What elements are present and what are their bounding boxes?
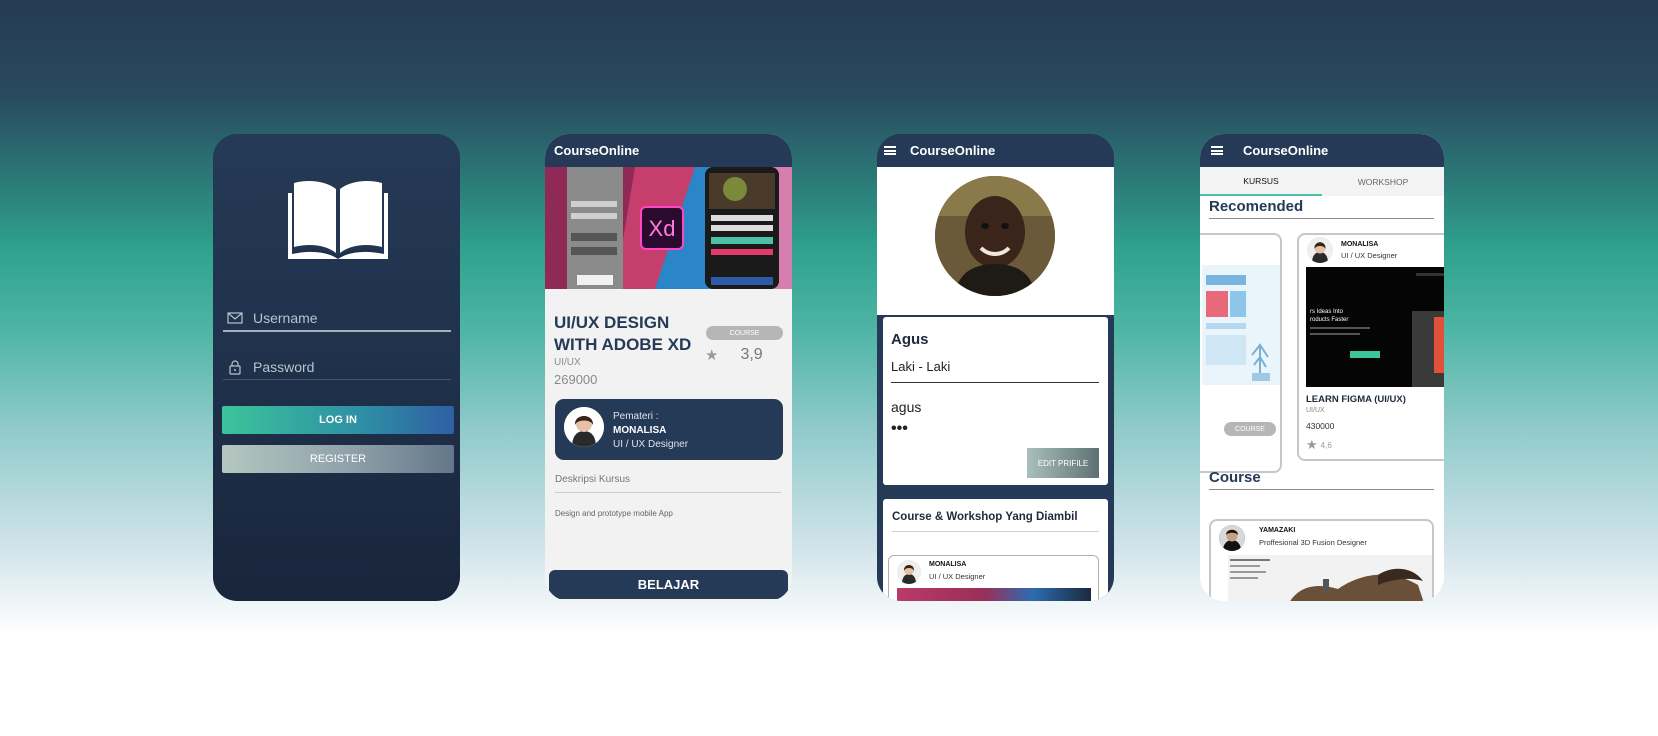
login-screen: Username Password LOG IN REGISTER [213, 134, 460, 601]
mentor-caption: Pemateri : [613, 411, 659, 422]
course-category: UI/UX [554, 357, 581, 368]
app-title: CourseOnline [1243, 143, 1329, 158]
tab-kursus[interactable]: KURSUS [1200, 167, 1322, 196]
mentor-avatar [1219, 525, 1245, 551]
course-title: UI/UX DESIGN WITH ADOBE XD [554, 313, 692, 354]
mentor-role: UI / UX Designer [613, 439, 689, 450]
app-bar: CourseOnline [545, 134, 792, 167]
description-heading: Deskripsi Kursus [555, 474, 781, 493]
username-placeholder: Username [253, 310, 318, 326]
register-button[interactable]: REGISTER [222, 445, 454, 473]
profile-password-mask: ••• [891, 420, 908, 437]
mentor-avatar [1307, 237, 1333, 263]
menu-icon[interactable] [884, 146, 896, 155]
password-field[interactable]: Password [223, 354, 451, 380]
course-price: 269000 [554, 372, 598, 387]
mentor-card[interactable]: Pemateri : MONALISA UI / UX Designer [555, 399, 783, 460]
taken-course-item[interactable]: MONALISA UI / UX Designer [888, 555, 1099, 601]
mentor-avatar [564, 407, 604, 447]
course-mentor-name: YAMAZAKI [1259, 527, 1296, 534]
course-type-badge: COURSE [706, 326, 783, 340]
course-rating: ★ 3,9 [705, 346, 763, 364]
profile-gender: Laki - Laki [891, 359, 1099, 383]
profile-avatar [935, 176, 1055, 296]
rec-mentor-name: MONALISA [1341, 241, 1379, 248]
profile-header [877, 167, 1114, 315]
taken-courses-heading: Course & Workshop Yang Diambil [892, 511, 1099, 532]
mentor-avatar [897, 560, 921, 584]
xd-logo-text: Xd [649, 216, 676, 241]
edit-profile-button[interactable]: EDIT PRIFILE [1027, 448, 1099, 478]
rating-value: 3,9 [740, 346, 763, 363]
login-button[interactable]: LOG IN [222, 406, 454, 434]
rec-course-category: UI/UX [1306, 407, 1325, 414]
rec-course-rating: ★ 4,6 [1306, 437, 1332, 453]
tab-workshop[interactable]: WORKSHOP [1322, 167, 1444, 196]
thumb-text-1: rs Ideas Into [1310, 309, 1344, 315]
rec-rating-value: 4,6 [1320, 440, 1332, 450]
thumb-text-2: roducts Faster [1310, 317, 1348, 323]
description-body: Design and prototype mobile App [555, 509, 673, 518]
mail-icon [227, 312, 243, 324]
course-heading: Course [1209, 469, 1434, 490]
app-bar: CourseOnline [1200, 134, 1444, 167]
recommended-card-partial[interactable]: COURSE [1200, 233, 1282, 473]
taken-item-role: UI / UX Designer [929, 572, 986, 581]
rec-course-title: LEARN FIGMA (UI/UX) [1306, 394, 1406, 405]
banner-illustration: Xd [545, 167, 792, 289]
username-field[interactable]: Username [223, 306, 451, 332]
course-thumbnail [1228, 555, 1432, 601]
app-title: CourseOnline [910, 143, 996, 158]
taken-courses-card: Course & Workshop Yang Diambil MONALISA … [883, 499, 1108, 601]
course-mentor-role: Proffesional 3D Fusion Designer [1259, 538, 1367, 547]
star-icon: ★ [1306, 437, 1318, 452]
course-detail-screen: CourseOnline Xd UI/UX DESIGN WITH ADOBE … [545, 134, 792, 601]
profile-screen: CourseOnline Agus Laki - Laki agus ••• E… [877, 134, 1114, 601]
home-screen: CourseOnline KURSUS WORKSHOP Recomended … [1200, 134, 1444, 601]
password-placeholder: Password [253, 358, 315, 375]
open-book-icon [288, 181, 388, 259]
profile-name: Agus [891, 331, 929, 348]
app-title: CourseOnline [554, 143, 640, 158]
taken-item-mentor: MONALISA [929, 561, 967, 568]
course-banner-image: Xd [545, 167, 792, 289]
rec-mentor-role: UI / UX Designer [1341, 251, 1398, 260]
rec-course-price: 430000 [1306, 421, 1335, 431]
star-icon: ★ [705, 347, 719, 364]
course-card[interactable]: YAMAZAKI Proffesional 3D Fusion Designer [1209, 519, 1434, 601]
taken-item-thumbnail [897, 588, 1091, 601]
menu-icon[interactable] [1211, 146, 1223, 155]
profile-info-card: Agus Laki - Laki agus ••• EDIT PRIFILE [883, 317, 1108, 485]
belajar-button[interactable]: BELAJAR [549, 570, 788, 599]
profile-username: agus [891, 399, 922, 415]
app-bar: CourseOnline [877, 134, 1114, 167]
mentor-name: MONALISA [613, 425, 667, 436]
recommended-card[interactable]: MONALISA UI / UX Designer rs Ideas Into … [1297, 233, 1444, 461]
tab-bar: KURSUS WORKSHOP [1200, 167, 1444, 196]
rec-course-thumbnail: rs Ideas Into roducts Faster [1306, 267, 1444, 387]
course-thumbnail [1202, 265, 1280, 385]
lock-icon [229, 359, 241, 375]
recommended-heading: Recomended [1209, 198, 1434, 219]
course-type-badge: COURSE [1224, 422, 1276, 436]
